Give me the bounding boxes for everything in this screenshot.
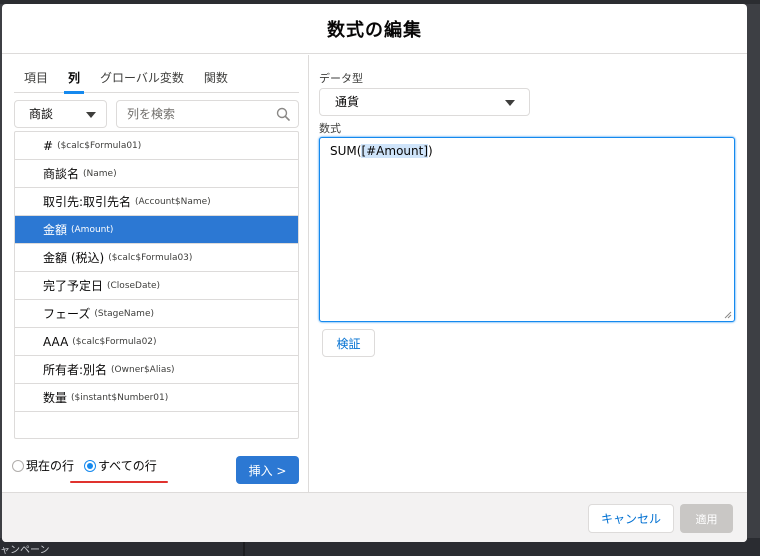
column-api-name: (Amount) [71,224,114,235]
radio-all-rows-indicator [84,459,97,472]
formula-suffix: ) [428,144,433,158]
list-item[interactable]: 数量 ($instant$Number01) [15,384,298,412]
column-api-name: (Owner$Alias) [111,364,175,375]
modal-footer: キャンセル 適用 [2,492,747,542]
row-scope-options: 現在の行 すべての行 [12,457,167,474]
tab-columns[interactable]: 列 [58,63,90,94]
object-select-value: 商談 [29,107,54,121]
radio-current-row-indicator [12,459,24,472]
column-name: # [43,138,54,153]
column-name: 完了予定日 [43,279,104,293]
resize-handle-icon[interactable] [724,311,732,319]
field-picker-pane: 項目 列 グローバル変数 関数 商談 #($calc$Formula01)商談名… [2,55,309,492]
modal-header: 数式の編集 [2,4,747,54]
radio-current-row[interactable]: 現在の行 [12,457,74,474]
list-item[interactable]: # ($calc$Formula01) [15,132,298,160]
column-api-name: (CloseDate) [107,280,161,291]
list-item[interactable]: 商談名 (Name) [15,160,298,188]
column-name: AAA [43,334,69,349]
background-campaign-text: ャンペーン [0,545,50,556]
formula-label: 数式 [319,122,341,135]
column-name: 金額 (税込) [43,251,105,265]
formula-editor[interactable]: SUM([#Amount]) [319,137,735,322]
edit-formula-modal: 数式の編集 項目 列 グローバル変数 関数 商談 #($calc$Formul [2,4,747,542]
object-select[interactable]: 商談 [14,100,107,128]
list-item[interactable]: 完了予定日 (CloseDate) [15,272,298,300]
tab-functions[interactable]: 関数 [194,63,238,93]
column-search [116,100,299,128]
column-api-name: (Name) [83,168,117,179]
formula-pane: データ型 通貨 数式 SUM([#Amount]) 検証 [309,55,747,492]
radio-all-rows-label: すべての行 [98,459,157,473]
column-name: 所有者:別名 [43,363,108,377]
search-icon [276,107,290,121]
column-name: 金額 [43,223,68,237]
list-item-empty [15,412,298,438]
modal-body: 項目 列 グローバル変数 関数 商談 #($calc$Formula01)商談名… [2,55,747,492]
tab-fields[interactable]: 項目 [14,63,58,93]
column-api-name: ($instant$Number01) [71,392,169,403]
apply-button[interactable]: 適用 [680,504,733,533]
tab-global-variables[interactable]: グローバル変数 [90,63,194,93]
modal-title: 数式の編集 [327,19,422,41]
picker-tabs: 項目 列 グローバル変数 関数 [14,63,299,94]
column-api-name: (StageName) [94,308,154,319]
list-item[interactable]: AAA ($calc$Formula02) [15,328,298,356]
list-item[interactable]: 金額 (税込) ($calc$Formula03) [15,244,298,272]
data-type-label: データ型 [319,72,363,85]
chevron-down-icon [505,100,515,106]
chevron-down-icon [86,112,96,118]
column-name: 商談名 [43,167,80,181]
column-name: 取引先:取引先名 [43,195,132,209]
column-api-name: ($calc$Formula02) [72,336,157,347]
data-type-select[interactable]: 通貨 [319,88,530,116]
list-item[interactable]: フェーズ (StageName) [15,300,298,328]
data-type-value: 通貨 [335,95,360,109]
column-list: # ($calc$Formula01) 商談名 (Name) 取引先:取引先名 (Acco… [14,131,299,439]
column-name: 数量 [43,391,68,405]
column-name: フェーズ [43,307,91,321]
insert-button[interactable]: 挿入 > [236,456,299,484]
column-api-name: (Account$Name) [135,196,211,207]
formula-selected-token: [#Amount] [361,144,429,158]
annotation-underline [70,481,168,483]
verify-button[interactable]: 検証 [322,329,375,357]
cancel-button[interactable]: キャンセル [588,504,674,533]
radio-current-row-label: 現在の行 [26,459,75,473]
column-api-name: ($calc$Formula01) [57,140,142,151]
formula-prefix: SUM( [330,144,362,158]
search-input[interactable] [127,102,277,126]
column-api-name: ($calc$Formula03) [108,252,193,263]
list-item[interactable]: 金額 (Amount) [15,216,298,244]
list-item[interactable]: 所有者:別名 (Owner$Alias) [15,356,298,384]
radio-all-rows[interactable]: すべての行 [84,457,157,474]
list-item[interactable]: 取引先:取引先名 (Account$Name) [15,188,298,216]
